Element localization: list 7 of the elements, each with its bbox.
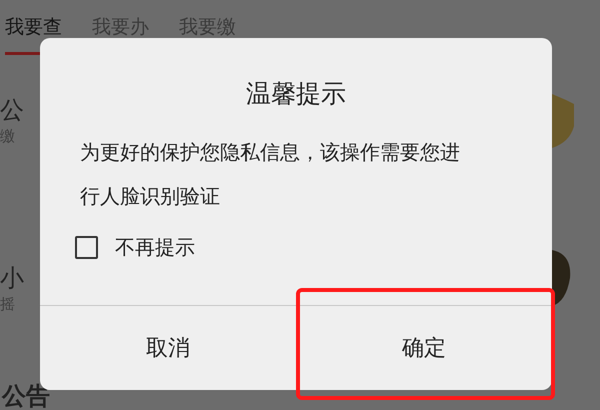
checkbox-label: 不再提示 <box>115 234 195 261</box>
service-title: 公 <box>0 95 24 125</box>
dialog-message: 为更好的保护您隐私信息，该操作需要您进行人脸识别验证 <box>80 139 460 210</box>
service-title: 小 <box>0 263 24 293</box>
dialog-title: 温馨提示 <box>246 78 346 110</box>
dialog-button[interactable]: 确定 <box>296 306 552 390</box>
checkbox[interactable] <box>75 236 98 258</box>
